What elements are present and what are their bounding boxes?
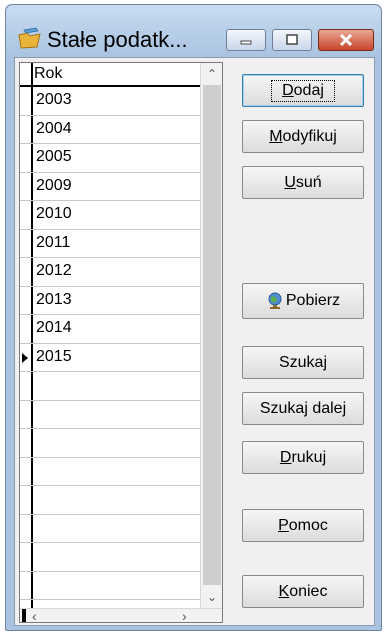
minimize-button[interactable] — [226, 29, 266, 51]
empty-row — [20, 572, 200, 600]
maximize-button[interactable] — [272, 29, 312, 51]
grid-rows: 2003 2004 2005 2009 2010 2011 2012 2013 … — [20, 87, 200, 600]
globe-icon — [268, 292, 282, 309]
add-button-label: Dodaj — [271, 79, 335, 102]
scroll-right-icon[interactable]: › — [182, 608, 187, 622]
delete-button[interactable]: Usuń — [242, 166, 364, 199]
window-title: Stałe podatk... — [47, 27, 188, 52]
modify-button[interactable]: Modyfikuj — [242, 120, 364, 153]
print-button[interactable]: Drukuj — [242, 441, 364, 474]
client-area: Rok 2003 2004 2005 2009 2010 2011 2012 2… — [14, 57, 375, 626]
current-row-marker-icon — [22, 352, 28, 363]
empty-row — [20, 543, 200, 572]
delete-button-label: Usuń — [284, 173, 322, 191]
empty-row — [20, 401, 200, 429]
end-button-label: Koniec — [278, 582, 328, 600]
table-row[interactable]: 2011 — [20, 230, 200, 258]
folder-pencil-icon — [18, 27, 41, 49]
cell-rok: 2004 — [36, 119, 72, 137]
table-row[interactable]: 2009 — [20, 173, 200, 201]
scroll-up-icon[interactable]: ⌃ — [201, 63, 222, 85]
cell-rok: 2011 — [36, 233, 71, 251]
empty-row — [20, 429, 200, 458]
cell-rok: 2012 — [36, 262, 72, 279]
add-button[interactable]: Dodaj — [242, 74, 364, 107]
table-row[interactable]: 2004 — [20, 116, 200, 144]
table-row[interactable]: 2012 — [20, 258, 200, 287]
download-button-label: Pobierz — [285, 292, 341, 309]
empty-row — [20, 458, 200, 486]
scroll-down-icon[interactable]: ⌄ — [201, 586, 222, 608]
vertical-scrollbar[interactable]: ⌃ ⌄ — [200, 63, 222, 608]
empty-row — [20, 372, 200, 401]
cell-rok: 2003 — [36, 91, 72, 108]
table-row[interactable]: 2005 — [20, 144, 200, 173]
table-row-current[interactable]: 2015 — [20, 344, 200, 372]
horizontal-scrollbar[interactable]: ‹ › — [20, 608, 222, 622]
help-button[interactable]: Pomoc — [242, 509, 364, 542]
cell-rok: 2014 — [36, 319, 72, 336]
minimize-icon — [240, 40, 252, 45]
close-button[interactable] — [318, 29, 374, 51]
empty-row — [20, 515, 200, 543]
modify-button-label: Modyfikuj — [269, 127, 337, 145]
data-grid[interactable]: Rok 2003 2004 2005 2009 2010 2011 2012 2… — [19, 62, 223, 623]
column-header-rok[interactable]: Rok — [34, 65, 62, 83]
end-button[interactable]: Koniec — [242, 575, 364, 608]
download-button[interactable]: Pobierz — [242, 283, 364, 319]
empty-row — [20, 486, 200, 515]
scroll-position-marker — [22, 609, 26, 622]
cell-rok: 2015 — [36, 347, 72, 365]
scroll-left-icon[interactable]: ‹ — [32, 608, 37, 622]
table-row[interactable]: 2013 — [20, 287, 200, 315]
cell-rok: 2009 — [36, 176, 72, 194]
cell-rok: 2010 — [36, 205, 72, 222]
print-button-label: Drukuj — [279, 448, 327, 466]
search-next-button-label: Szukaj dalej — [259, 399, 347, 417]
app-window: Stałe podatk... Rok 2003 2004 2005 2009 … — [5, 4, 382, 631]
cell-rok: 2013 — [36, 290, 72, 308]
help-button-label: Pomoc — [278, 516, 328, 534]
table-row[interactable]: 2003 — [20, 87, 200, 116]
maximize-icon — [286, 34, 298, 45]
table-row[interactable]: 2014 — [20, 315, 200, 344]
cell-rok: 2005 — [36, 148, 72, 165]
search-button[interactable]: Szukaj — [242, 346, 364, 379]
search-button-label: Szukaj — [278, 353, 328, 371]
scroll-thumb[interactable] — [203, 85, 221, 585]
search-next-button[interactable]: Szukaj dalej — [242, 392, 364, 425]
table-row[interactable]: 2010 — [20, 201, 200, 230]
title-bar[interactable]: Stałe podatk... — [6, 5, 381, 57]
grid-header: Rok — [20, 63, 200, 87]
close-icon — [339, 33, 353, 47]
